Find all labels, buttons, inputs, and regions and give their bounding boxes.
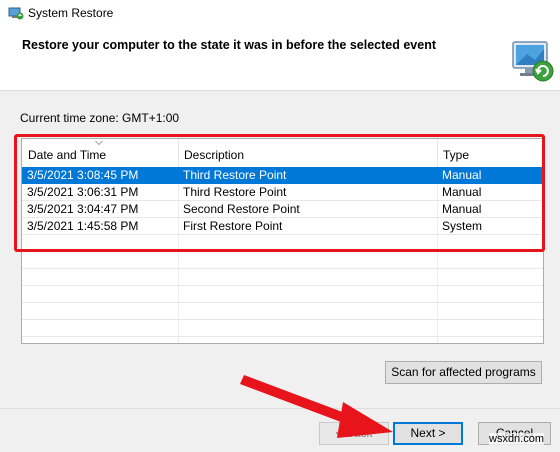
sort-descending-icon bbox=[95, 141, 103, 145]
computer-restore-icon bbox=[512, 41, 554, 82]
row-description: Third Restore Point bbox=[183, 185, 287, 199]
footer-divider bbox=[0, 408, 560, 409]
empty-row bbox=[22, 269, 543, 286]
restore-points-list[interactable]: Date and Time Description Type 3/5/2021 … bbox=[21, 138, 544, 344]
column-header-description[interactable]: Description bbox=[178, 139, 437, 167]
table-row[interactable]: 3/5/2021 3:04:47 PM Second Restore Point… bbox=[22, 201, 543, 218]
table-row[interactable]: 3/5/2021 3:08:45 PM Third Restore Point … bbox=[22, 167, 543, 184]
table-row[interactable]: 3/5/2021 1:45:58 PM First Restore Point … bbox=[22, 218, 543, 235]
row-date: 3/5/2021 3:08:45 PM bbox=[27, 168, 139, 182]
row-date: 3/5/2021 3:06:31 PM bbox=[27, 185, 139, 199]
column-header-date[interactable]: Date and Time bbox=[22, 139, 178, 167]
empty-row bbox=[22, 252, 543, 269]
watermark-text: wsxdn.com bbox=[489, 433, 545, 445]
header-instruction: Restore your computer to the state it wa… bbox=[22, 38, 436, 52]
system-restore-icon bbox=[8, 7, 24, 20]
row-description: Second Restore Point bbox=[183, 202, 300, 216]
wizard-header: Restore your computer to the state it wa… bbox=[0, 26, 560, 91]
table-row[interactable]: 3/5/2021 3:06:31 PM Third Restore Point … bbox=[22, 184, 543, 201]
column-header-type-label: Type bbox=[443, 148, 470, 162]
row-date: 3/5/2021 3:04:47 PM bbox=[27, 202, 139, 216]
row-description: First Restore Point bbox=[183, 219, 283, 233]
empty-row bbox=[22, 235, 543, 252]
column-header-type[interactable]: Type bbox=[437, 139, 543, 167]
column-header-date-label: Date and Time bbox=[28, 148, 107, 162]
title-bar: System Restore bbox=[0, 0, 560, 26]
window-title: System Restore bbox=[28, 6, 114, 20]
empty-row bbox=[22, 286, 543, 303]
row-type: Manual bbox=[442, 202, 482, 216]
back-button[interactable]: < Back bbox=[319, 422, 389, 445]
row-type: Manual bbox=[442, 168, 482, 182]
row-description: Third Restore Point bbox=[183, 168, 287, 182]
empty-row bbox=[22, 320, 543, 337]
row-date: 3/5/2021 1:45:58 PM bbox=[27, 219, 139, 233]
column-header-description-label: Description bbox=[184, 148, 245, 162]
scan-affected-programs-button[interactable]: Scan for affected programs bbox=[385, 361, 542, 384]
current-timezone-label: Current time zone: GMT+1:00 bbox=[20, 111, 180, 125]
row-type: Manual bbox=[442, 185, 482, 199]
next-button[interactable]: Next > bbox=[393, 422, 463, 445]
empty-row bbox=[22, 303, 543, 320]
list-header: Date and Time Description Type bbox=[22, 139, 543, 168]
row-type: System bbox=[442, 219, 483, 233]
